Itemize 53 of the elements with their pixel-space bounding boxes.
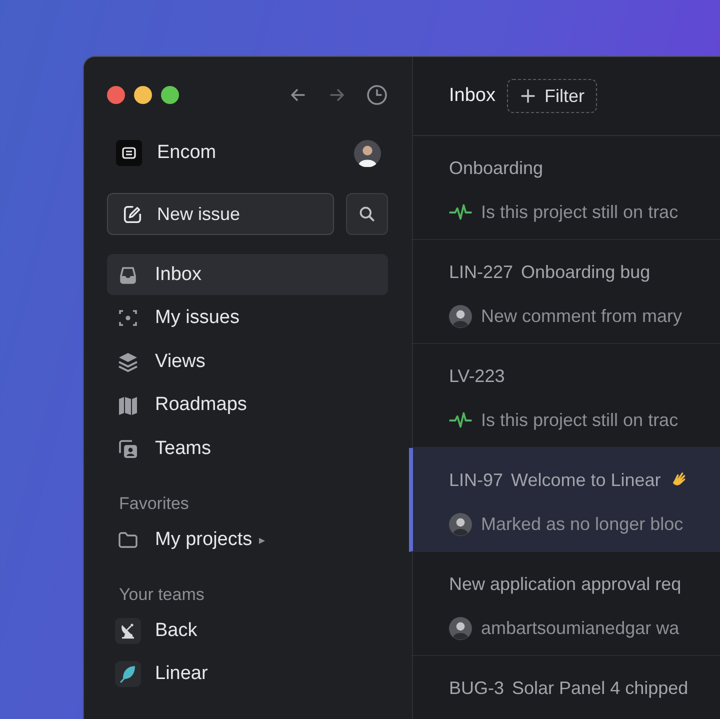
notification-item[interactable]: BUG-3 Solar Panel 4 chipped	[409, 656, 720, 719]
search-icon	[358, 205, 376, 223]
focus-icon	[117, 307, 139, 329]
nav-item[interactable]: Views	[107, 341, 388, 382]
issue-id: LIN-97	[449, 470, 504, 490]
layers-icon	[117, 350, 139, 372]
team-item[interactable]: Back	[107, 610, 388, 651]
nav-item[interactable]: Inbox	[107, 254, 388, 295]
page-title: Inbox	[449, 85, 496, 107]
feather-icon	[115, 661, 141, 687]
filter-button[interactable]: Filter	[507, 79, 598, 113]
notification-title: Onboarding bug	[521, 262, 650, 282]
issue-id: LV-223	[449, 366, 505, 386]
team-icon	[117, 438, 139, 460]
expand-arrow[interactable]: ▸	[259, 532, 266, 546]
user-avatar[interactable]	[354, 140, 381, 166]
notification-item[interactable]: Onboarding Is this project still on trac	[409, 136, 720, 240]
map-icon	[117, 394, 139, 416]
section-heading: Favorites	[118, 494, 190, 514]
issue-id: BUG-3	[449, 678, 504, 698]
new-issue-button[interactable]: New issue	[107, 193, 334, 235]
notification-title: Onboarding	[449, 158, 544, 178]
notification-detail: ambartsoumianedgar wa	[481, 618, 680, 638]
satellite-dish-icon	[115, 618, 141, 644]
notification-title: New application approval req	[449, 574, 682, 594]
avatar	[449, 304, 472, 328]
notification-detail: New comment from mary	[481, 306, 682, 326]
clock-icon[interactable]	[366, 84, 388, 106]
nav-item[interactable]: My issues	[107, 298, 388, 338]
minimize-button[interactable]	[134, 86, 152, 104]
notification-title: Solar Panel 4 chipped	[512, 678, 688, 698]
edit-icon	[122, 204, 143, 224]
section-heading: Your teams	[118, 585, 206, 605]
notification-detail: Marked as no longer bloc	[481, 514, 684, 534]
avatar	[449, 512, 472, 536]
team-item[interactable]: Linear	[107, 654, 388, 694]
nav-item[interactable]: Roadmaps	[107, 384, 388, 426]
close-button[interactable]	[107, 86, 125, 104]
notification-detail: Is this project still on trac	[481, 410, 678, 430]
issue-id: LIN-227	[449, 262, 514, 282]
notification-detail: Is this project still on trac	[481, 202, 678, 222]
nav-item[interactable]: Teams	[107, 428, 388, 469]
zoom-button[interactable]	[161, 86, 179, 104]
workspace-name[interactable]: Encom	[157, 142, 216, 164]
notification-item[interactable]: LIN-97 Welcome to Linear Marked as no longer bloc	[409, 448, 720, 552]
notification-item[interactable]: New application approval req ambartsoumianedgar wa	[409, 552, 720, 656]
notification-item[interactable]: LIN-227 Onboarding bug New comment from mary	[409, 240, 720, 344]
workspace-logo-icon	[116, 140, 142, 166]
plus-icon	[520, 88, 536, 104]
avatar	[449, 616, 472, 640]
notification-title: Welcome to Linear	[511, 470, 661, 490]
favorite-item[interactable]: My projects ▸	[107, 519, 388, 560]
search-button[interactable]	[346, 193, 388, 235]
